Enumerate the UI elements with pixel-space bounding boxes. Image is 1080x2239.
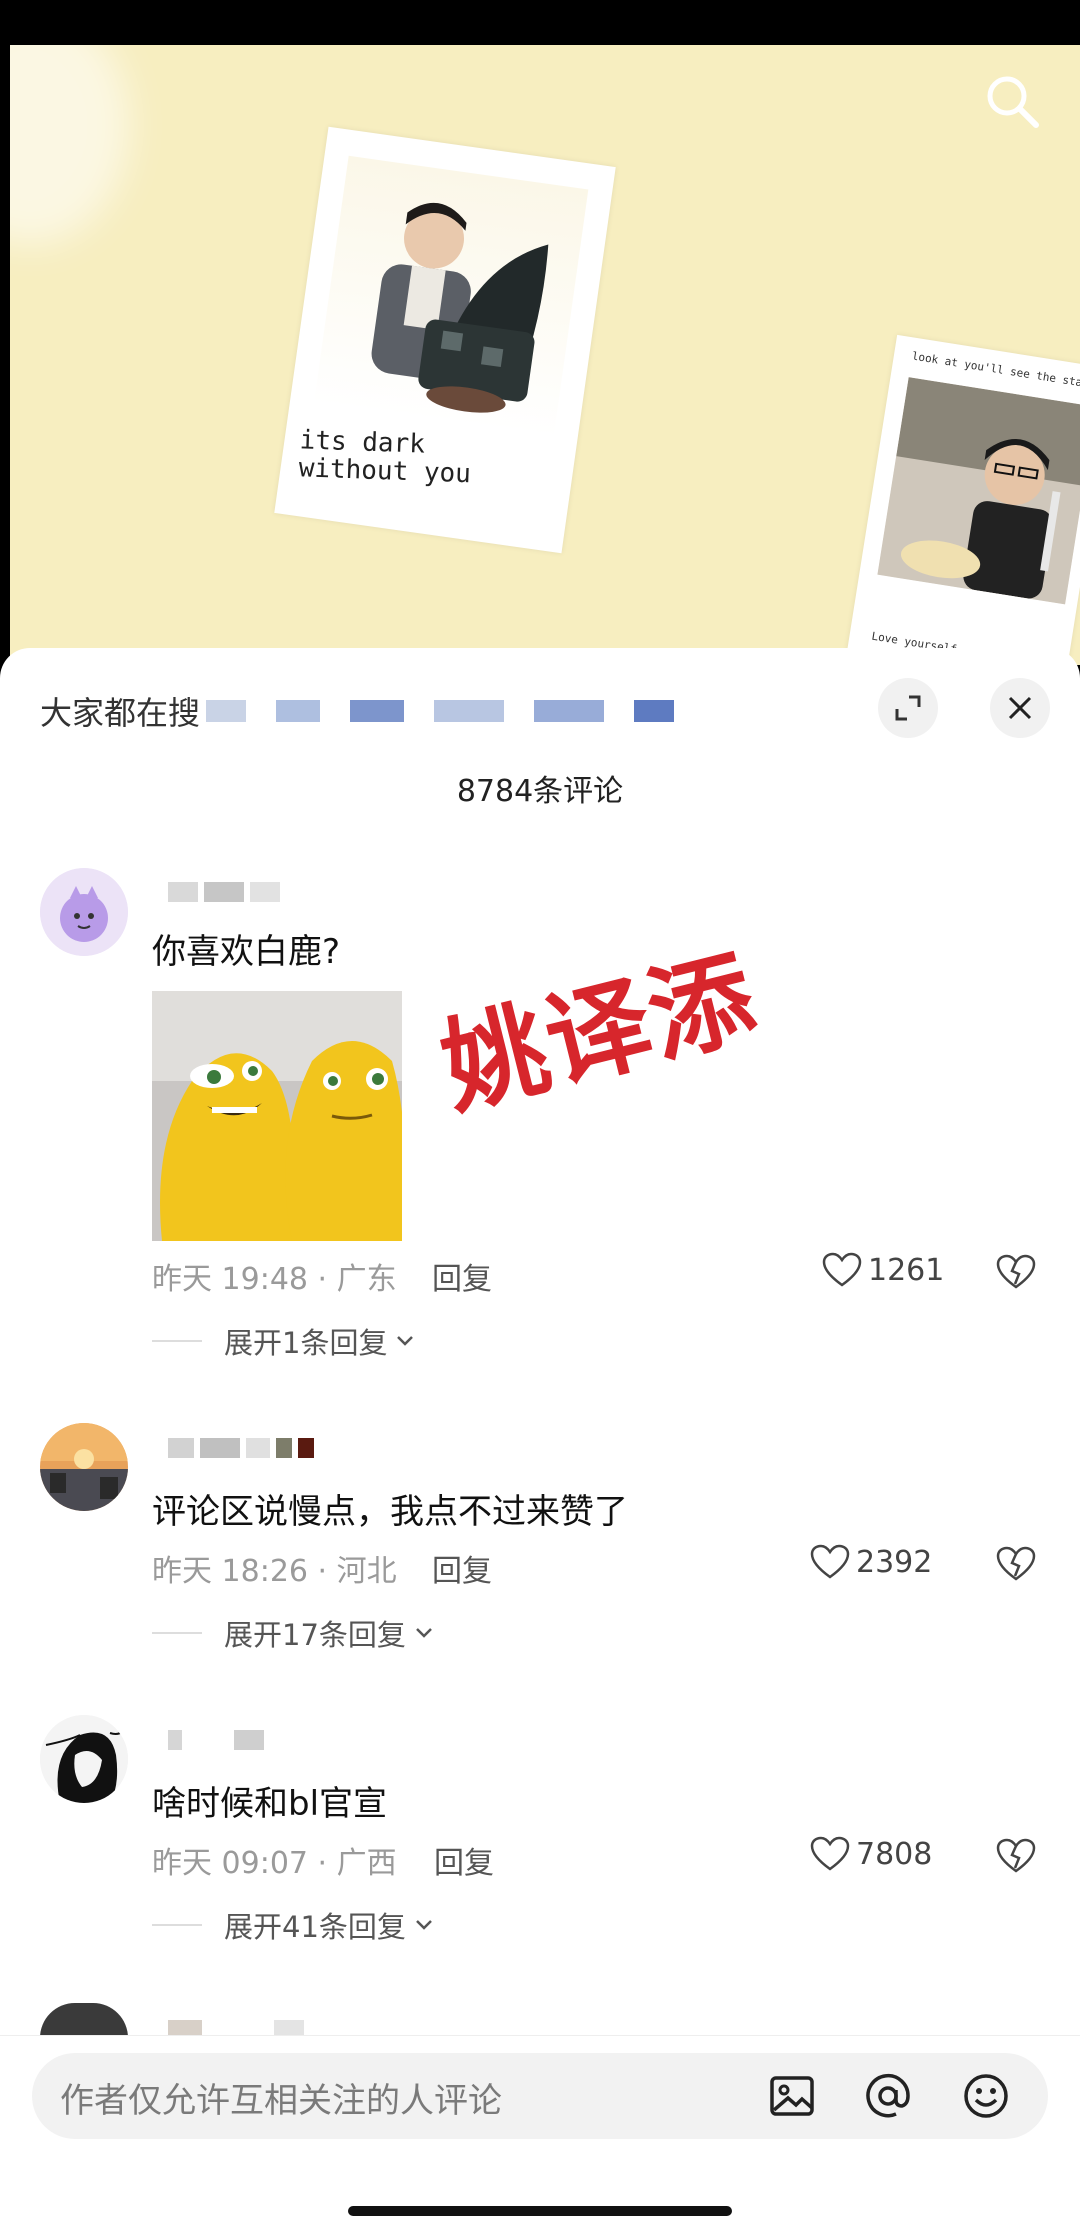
expand-replies[interactable]: 展开17条回复	[152, 1612, 434, 1654]
expand-icon	[895, 695, 921, 721]
blurred-username	[168, 882, 198, 902]
heart-icon	[810, 1544, 850, 1579]
video-area[interactable]: its dark without you look at you'll see …	[10, 45, 1080, 665]
blurred-text	[634, 700, 675, 722]
blurred-username	[168, 1438, 194, 1458]
like-count: 2392	[856, 1544, 933, 1580]
avatar[interactable]	[40, 1423, 128, 1511]
username[interactable]	[168, 2020, 304, 2036]
comment-meta: 昨天 09:07 · 广西	[152, 1846, 397, 1881]
search-icon[interactable]	[980, 69, 1044, 133]
dislike-button[interactable]	[996, 1838, 1036, 1878]
like-button[interactable]: 1261	[822, 1252, 944, 1288]
broken-heart-icon	[996, 1546, 1036, 1581]
blurred-username	[188, 1730, 228, 1750]
blurred-text	[534, 700, 605, 722]
blurred-username	[168, 2020, 202, 2036]
expand-replies[interactable]: 展开1条回复	[152, 1320, 415, 1362]
broken-heart-icon	[996, 1254, 1036, 1289]
comment-input[interactable]: 作者仅允许互相关注的人评论	[32, 2053, 1048, 2139]
close-button[interactable]	[990, 678, 1050, 738]
blurred-username	[234, 1730, 264, 1750]
blurred-username	[208, 2020, 268, 2036]
polaroid-caption: its dark without you	[298, 425, 472, 490]
like-button[interactable]: 7808	[810, 1836, 932, 1872]
divider-line	[152, 1924, 202, 1926]
comment-text: 啥时候和bl官宣	[152, 1784, 388, 1824]
blurred-username	[298, 1438, 314, 1458]
blurred-text	[206, 700, 247, 722]
comment-meta: 昨天 19:48 · 广东	[152, 1262, 397, 1297]
portrait-photo	[313, 155, 589, 438]
reply-button[interactable]: 回复	[432, 1254, 492, 1298]
expand-replies[interactable]: 展开41条回复	[152, 1904, 434, 1946]
blurred-text	[276, 700, 321, 722]
expand-replies-label: 展开41条回复	[224, 1910, 406, 1944]
image-icon[interactable]	[764, 2068, 820, 2124]
blurred-text	[350, 700, 405, 722]
comment-input-placeholder: 作者仅允许互相关注的人评论	[60, 2081, 502, 2121]
comment-count: 8784条评论	[456, 774, 624, 809]
username[interactable]	[168, 882, 280, 902]
blurred-username	[168, 1730, 182, 1750]
heart-icon	[822, 1252, 862, 1287]
avatar[interactable]	[40, 1715, 128, 1803]
at-icon[interactable]	[860, 2068, 916, 2124]
avatar[interactable]	[40, 2003, 128, 2038]
divider-line	[152, 1340, 202, 1342]
home-indicator[interactable]	[348, 2206, 732, 2216]
light-glow	[10, 45, 130, 245]
blurred-username	[246, 1438, 270, 1458]
divider-line	[152, 1632, 202, 1634]
like-count: 1261	[868, 1252, 945, 1288]
avatar[interactable]	[40, 868, 128, 956]
comment-text: 你喜欢白鹿?	[152, 932, 341, 972]
reply-button[interactable]: 回复	[432, 1546, 492, 1590]
like-button[interactable]: 2392	[810, 1544, 932, 1580]
search-hint-bar[interactable]: 大家都在搜	[40, 688, 704, 734]
like-count: 7808	[856, 1836, 933, 1872]
blurred-username	[250, 882, 280, 902]
restaurant-photo	[877, 377, 1080, 605]
blurred-text	[434, 700, 505, 722]
blurred-username	[276, 1438, 292, 1458]
chevron-down-icon	[416, 1920, 432, 1930]
chevron-down-icon	[397, 1336, 414, 1346]
heart-icon	[810, 1836, 850, 1871]
comment-meta: 昨天 18:26 · 河北	[152, 1554, 397, 1589]
chevron-down-icon	[416, 1628, 432, 1638]
blurred-username	[204, 882, 244, 902]
blurred-username	[274, 2020, 304, 2036]
blurred-username	[200, 1438, 240, 1458]
expand-button[interactable]	[878, 678, 938, 738]
expand-replies-label: 展开17条回复	[224, 1618, 406, 1652]
dislike-button[interactable]	[996, 1546, 1036, 1586]
comment-sheet: 大家都在搜 8784条评论 你喜欢白鹿? 姚译添 昨天 19:48 · 广东 回…	[0, 648, 1080, 2239]
username[interactable]	[168, 1730, 264, 1750]
emoji-icon[interactable]	[958, 2068, 1014, 2124]
comment-text: 评论区说慢点，我点不过来赞了	[152, 1492, 628, 1532]
expand-replies-label: 展开1条回复	[224, 1326, 388, 1360]
search-hint-label: 大家都在搜	[40, 694, 201, 732]
dislike-button[interactable]	[996, 1254, 1036, 1294]
polaroid-photo-left: its dark without you	[274, 126, 616, 554]
reply-button[interactable]: 回复	[434, 1838, 494, 1882]
close-icon	[1008, 696, 1032, 720]
broken-heart-icon	[996, 1838, 1036, 1873]
polaroid-photo-right: look at you'll see the stars Love yourse…	[845, 334, 1080, 665]
comment-image[interactable]	[152, 991, 402, 1241]
username[interactable]	[168, 1438, 314, 1458]
divider	[0, 2035, 1080, 2036]
